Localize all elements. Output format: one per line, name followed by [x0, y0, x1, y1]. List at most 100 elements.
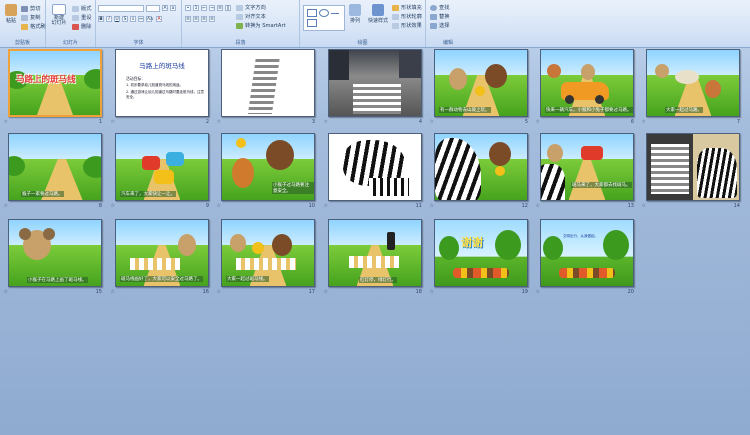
select-icon [430, 22, 437, 29]
format-painter-button[interactable]: 格式刷 [21, 23, 46, 30]
shrink-font-icon[interactable]: a [170, 5, 176, 11]
reset-button[interactable]: 重设 [72, 14, 91, 21]
align-center-icon[interactable]: ≡ [193, 16, 199, 22]
font-size-field[interactable] [146, 5, 160, 12]
slide-number-17: 17 [308, 289, 315, 295]
copy-button[interactable]: 复制 [21, 14, 40, 21]
slide-19-title: 谢谢 [461, 236, 483, 249]
slide-12-star: ☆ [429, 203, 434, 209]
delete-slide-button[interactable]: 删除 [72, 23, 91, 30]
text-direction-icon [236, 4, 243, 11]
arrange-icon [349, 4, 361, 16]
italic-icon[interactable]: I [106, 16, 112, 22]
cut-button[interactable]: 剪切 [21, 5, 40, 12]
slide-thumbnail-14[interactable] [646, 133, 740, 201]
slide-thumbnail-3[interactable] [221, 49, 315, 117]
paste-icon [5, 4, 17, 16]
line-spacing-icon[interactable]: ≡ [217, 5, 223, 11]
spacing-icon[interactable]: ↔ [138, 16, 144, 22]
slide-thumbnail-17[interactable]: 大家一起过斑马线。 [221, 219, 315, 287]
editing-label: 编辑 [442, 40, 453, 46]
shape-fill-button[interactable]: 形状填充 [392, 4, 422, 11]
bullets-icon[interactable]: • [185, 5, 191, 11]
slide-thumbnail-19[interactable]: 谢谢 [434, 219, 528, 287]
shapes-gallery[interactable] [303, 5, 345, 31]
slide-4-star: ☆ [323, 119, 328, 125]
slide-10-star: ☆ [216, 203, 221, 209]
align-text-button[interactable]: 对齐文本 [236, 13, 266, 20]
slide-15-star: ☆ [3, 289, 8, 295]
slide-thumbnail-20[interactable]: 文明出行，从我做起。 [540, 219, 634, 287]
slide-18-star: ☆ [323, 289, 328, 295]
slide-1-title: 马路上的斑马线 [16, 75, 76, 85]
slide-10-caption: 小猴子过马路要注意安全。 [272, 182, 314, 194]
paragraph-group: • 1 ← → ≡ ‖ ≡ ≡ ≡ ≡ 文字方向 对齐文本 转换为 SmartA… [182, 0, 300, 47]
effects-icon [392, 22, 399, 29]
new-slide-button[interactable]: 新建 幻灯片 [49, 4, 69, 26]
font-label: 字体 [133, 40, 144, 46]
slide-16-caption: 斑马线画好了，大家可以安全过马路了。 [120, 276, 203, 282]
slide-number-14: 14 [733, 203, 740, 209]
replace-icon [430, 13, 437, 20]
slide-thumbnail-12[interactable] [434, 133, 528, 201]
increase-indent-icon[interactable]: → [209, 5, 215, 11]
layout-button[interactable]: 版式 [72, 5, 91, 12]
align-right-icon[interactable]: ≡ [201, 16, 207, 22]
font-group: A a B I U S s ↔ Aa A 字体 [96, 0, 182, 47]
slide-thumbnail-15[interactable]: 小猴子在马路上画了斑马线。 [8, 219, 102, 287]
align-text-icon [236, 13, 243, 20]
paste-button[interactable]: 粘贴 [2, 4, 20, 26]
font-name-field[interactable] [98, 5, 144, 12]
slide-thumbnail-16[interactable]: 斑马线画好了，大家可以安全过马路了。 [115, 219, 209, 287]
change-case-icon[interactable]: Aa [146, 16, 153, 22]
slide-thumbnail-8[interactable]: 猴子一家要过马路。 [8, 133, 102, 201]
slide-thumbnail-1[interactable]: 马路上的斑马线 [8, 49, 102, 117]
slide-2-title: 马路上的斑马线 [139, 62, 185, 70]
ribbon: 粘贴 剪切 复制 格式刷 剪贴板 新建 幻灯片 版式 重设 删除 幻灯片 A a… [0, 0, 750, 48]
find-button[interactable]: 查找 [430, 4, 449, 11]
slide-thumbnail-4[interactable] [328, 49, 422, 117]
shape-outline-button[interactable]: 形状轮廓 [392, 13, 422, 20]
numbering-icon[interactable]: 1 [193, 5, 199, 11]
clipboard-label: 剪贴板 [14, 40, 30, 46]
slide-sorter: 马路上的斑马线 ☆ 1 马路上的斑马线 活动目标： 1. 初步要求幼儿知道斑马线… [0, 47, 750, 435]
reset-icon [72, 14, 79, 21]
slide-number-8: 8 [98, 203, 102, 209]
text-direction-button[interactable]: 文字方向 [236, 4, 266, 11]
slide-5-caption: 有一群动物去山坡上玩。 [439, 107, 491, 113]
slide-thumbnail-6[interactable]: 快来一辆汽车，小猴和小兔子都要过马路。 [540, 49, 634, 117]
font-color-icon[interactable]: A [156, 16, 162, 22]
find-icon [430, 4, 437, 11]
slide-thumbnail-9[interactable]: 汽车来了，大家快让一让。 [115, 133, 209, 201]
slide-20-caption: 文明出行，从我做起。 [563, 234, 598, 238]
slide-2-star: ☆ [110, 119, 115, 125]
align-left-icon[interactable]: ≡ [185, 16, 191, 22]
arrange-button[interactable]: 排列 [346, 4, 364, 26]
slide-thumbnail-18[interactable]: 红灯停，绿灯行。 [328, 219, 422, 287]
select-button[interactable]: 选择 [430, 22, 449, 29]
decrease-indent-icon[interactable]: ← [201, 5, 207, 11]
shadow-icon[interactable]: s [130, 16, 136, 22]
slide-thumbnail-13[interactable]: 斑马来了，大家都去找斑马。 [540, 133, 634, 201]
underline-icon[interactable]: U [114, 16, 120, 22]
slide-number-20: 20 [627, 289, 634, 295]
oval-shape-icon [319, 9, 329, 17]
slide-number-15: 15 [95, 289, 102, 295]
bold-icon[interactable]: B [98, 16, 104, 22]
slide-thumbnail-11[interactable] [328, 133, 422, 201]
shape-effects-button[interactable]: 形状效果 [392, 22, 422, 29]
slide-11-star: ☆ [323, 203, 328, 209]
columns-icon[interactable]: ‖ [225, 5, 231, 11]
grow-font-icon[interactable]: A [162, 5, 168, 11]
smartart-button[interactable]: 转换为 SmartArt [236, 22, 286, 29]
slide-thumbnail-10[interactable]: 小猴子过马路要注意安全。 [221, 133, 315, 201]
slide-thumbnail-2[interactable]: 马路上的斑马线 活动目标： 1. 初步要求幼儿知道斑马线的用途。 2. 通过游戏… [115, 49, 209, 117]
slide-thumbnail-7[interactable]: 大家一起过马路。 [646, 49, 740, 117]
justify-icon[interactable]: ≡ [209, 16, 215, 22]
replace-button[interactable]: 替换 [430, 13, 449, 20]
slide-7-caption: 大家一起过马路。 [665, 107, 703, 113]
brush-icon [21, 23, 28, 30]
slide-thumbnail-5[interactable]: 有一群动物去山坡上玩。 [434, 49, 528, 117]
strikethrough-icon[interactable]: S [122, 16, 128, 22]
quick-styles-button[interactable]: 快速样式 [366, 4, 390, 26]
